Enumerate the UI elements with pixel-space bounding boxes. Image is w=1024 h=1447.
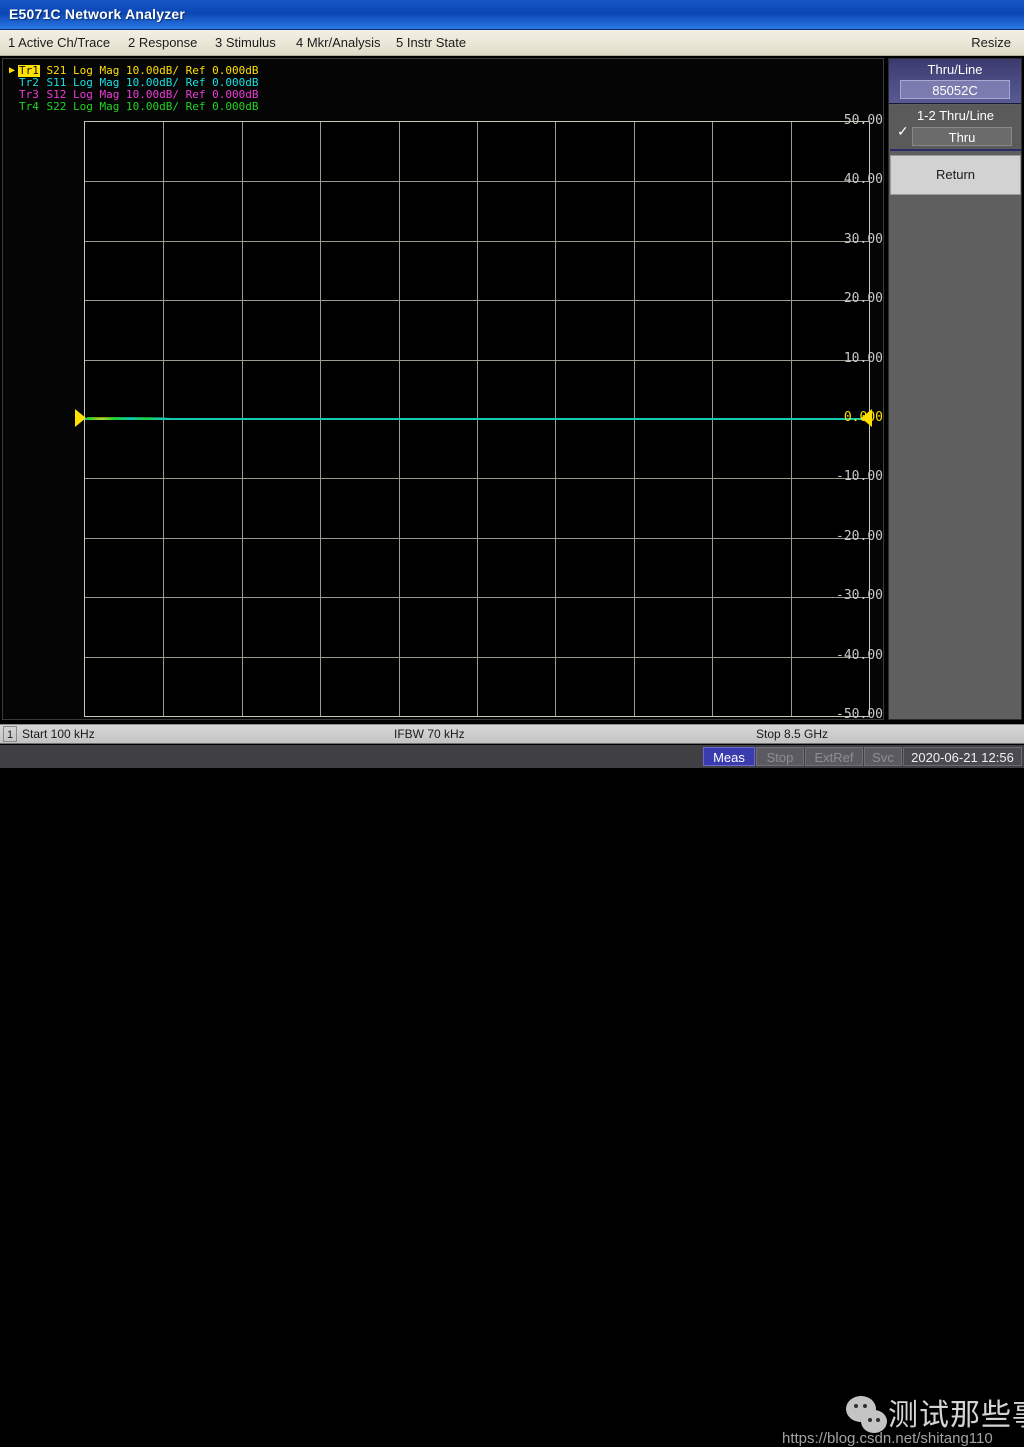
reference-marker-left[interactable] (75, 409, 86, 427)
softkey-thru-line[interactable]: ✓ 1-2 Thru/Line Thru (890, 105, 1021, 151)
softkey-return-button[interactable]: Return (890, 155, 1021, 195)
indicator-extref[interactable]: ExtRef (805, 747, 863, 766)
softkey-return-label: Return (935, 167, 976, 182)
trace-parameter: S22 (46, 100, 67, 113)
y-axis-tick-label: -20.00 (836, 528, 883, 544)
softkey-thru-value[interactable]: Thru (912, 127, 1012, 146)
softkey-thru-title: 1-2 Thru/Line (916, 108, 995, 123)
y-axis-tick-label: 50.00 (843, 113, 883, 128)
status-bar: 1 Start 100 kHz IFBW 70 kHz Stop 8.5 GHz (0, 724, 1024, 744)
menu-item-3[interactable]: 3 Stimulus (215, 35, 276, 50)
status-channel-number: 1 (3, 726, 17, 742)
trace-ref-label: Ref (185, 100, 206, 113)
softkey-title-block: Thru/Line 85052C (889, 59, 1021, 104)
reference-marker-right[interactable] (861, 409, 872, 427)
trace-ref-value: 0.000dB (212, 100, 259, 113)
plot-area[interactable] (84, 121, 870, 717)
trace-noise-segment (87, 417, 171, 420)
indicator-datetime: 2020-06-21 12:56 (903, 747, 1022, 766)
status-stop-frequency[interactable]: Stop 8.5 GHz (756, 727, 828, 741)
window-title: E5071C Network Analyzer (9, 6, 186, 22)
check-icon: ✓ (897, 123, 909, 139)
bottom-indicator-bar: Meas Stop ExtRef Svc 2020-06-21 12:56 (0, 745, 1024, 768)
softkey-title-label: Thru/Line (927, 62, 983, 77)
indicator-svc[interactable]: Svc (864, 747, 902, 766)
y-axis-tick-label: 30.00 (843, 231, 883, 247)
menu-item-1[interactable]: 1 Active Ch/Trace (8, 35, 110, 50)
status-ifbw[interactable]: IFBW 70 kHz (394, 727, 465, 741)
active-trace-arrow-icon: ▶ (9, 65, 16, 76)
watermark-url: https://blog.csdn.net/shitang110 (782, 1430, 993, 1447)
trace-row-tr4[interactable]: Tr4 S22 Log Mag 10.00dB/ Ref 0.000dB (9, 101, 409, 113)
trace-line-reference (85, 418, 869, 420)
menu-item-resize[interactable]: Resize (971, 35, 1011, 50)
graph-window: ▶ Tr1 S21 Log Mag 10.00dB/ Ref 0.000dB Tr2… (2, 58, 884, 766)
menu-item-5[interactable]: 5 Instr State (396, 35, 466, 50)
softkey-calkit-value[interactable]: 85052C (900, 80, 1010, 99)
status-start-frequency[interactable]: Start 100 kHz (22, 727, 95, 741)
trace-name: Tr4 (19, 100, 39, 113)
y-axis-tick-label: -50.00 (836, 707, 883, 722)
wechat-logo-icon (846, 1396, 892, 1436)
trace-status-list: ▶ Tr1 S21 Log Mag 10.00dB/ Ref 0.000dB Tr2… (9, 65, 409, 113)
menu-item-2[interactable]: 2 Response (128, 35, 197, 50)
trace-scale-per-div: 10.00dB/ (125, 100, 179, 113)
menu-bar: 1 Active Ch/Trace 2 Response 3 Stimulus 4 M… (0, 30, 1024, 56)
watermark-text: 测试那些事儿 (888, 1398, 1024, 1433)
y-axis-tick-label: -10.00 (836, 469, 883, 485)
indicator-stop[interactable]: Stop (756, 747, 804, 766)
trace-format: Log Mag (73, 100, 120, 113)
y-axis-tick-label: -30.00 (836, 588, 883, 604)
softkey-panel: Thru/Line 85052C ✓ 1-2 Thru/Line Thru Re… (888, 58, 1022, 720)
menu-item-4[interactable]: 4 Mkr/Analysis (296, 35, 381, 50)
y-axis-tick-label: 10.00 (843, 350, 883, 366)
instrument-screen: ▶ Tr1 S21 Log Mag 10.00dB/ Ref 0.000dB Tr2… (0, 56, 1024, 766)
indicator-meas[interactable]: Meas (703, 747, 755, 766)
y-axis-tick-label: 20.00 (843, 291, 883, 307)
y-axis-tick-label: 0.000 (843, 410, 883, 425)
y-axis-tick-label: 40.00 (843, 172, 883, 188)
window-title-bar: E5071C Network Analyzer (0, 0, 1024, 30)
y-axis-tick-label: -40.00 (836, 647, 883, 663)
